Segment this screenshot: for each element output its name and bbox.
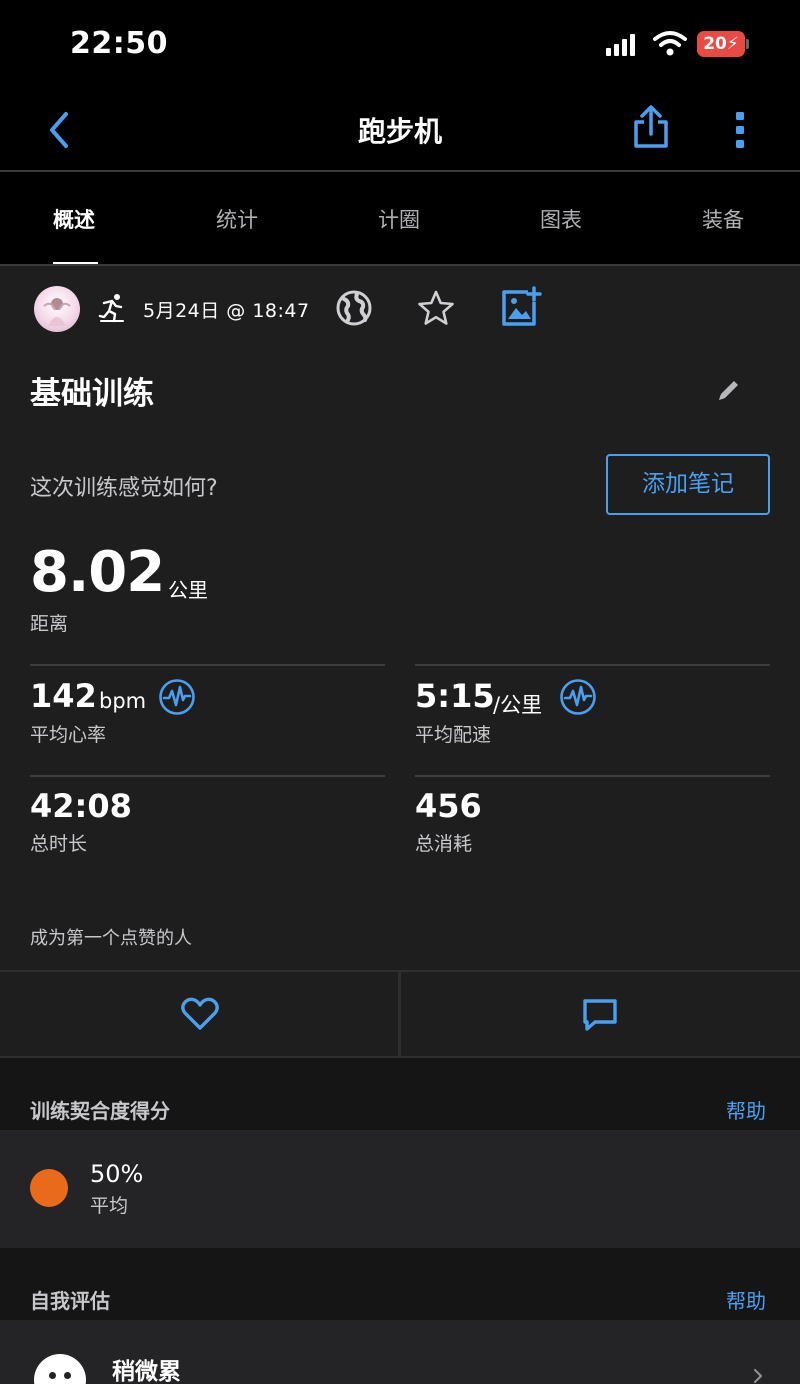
heart-icon[interactable] <box>180 996 220 1032</box>
globe-icon[interactable] <box>335 289 373 327</box>
pace-label: 平均配速 <box>415 724 492 746</box>
runner-icon <box>98 294 124 323</box>
comment-icon[interactable] <box>581 997 619 1033</box>
training-score-help-link[interactable]: 帮助 <box>726 1095 766 1124</box>
self-eval-title: 自我评估 <box>30 1289 110 1313</box>
heart-rate-label: 平均心率 <box>30 724 107 746</box>
tab-bar: 概述 统计 计圈 图表 装备 <box>0 172 800 266</box>
signal-icon <box>606 34 638 56</box>
training-score-card[interactable] <box>0 1130 800 1248</box>
pulse-icon[interactable] <box>559 678 597 716</box>
score-label: 平均 <box>90 1195 129 1217</box>
heart-rate-value: 142 <box>30 677 97 715</box>
tab-overview[interactable]: 概述 <box>53 204 95 234</box>
star-icon[interactable] <box>417 289 455 327</box>
self-eval-header <box>0 1248 800 1320</box>
feel-question: 这次训练感觉如何? <box>30 476 218 501</box>
tab-laps[interactable]: 计圈 <box>378 204 420 234</box>
distance-value: 8.02 <box>30 540 165 605</box>
battery-indicator: 20⚡ <box>697 31 745 57</box>
activity-title: 基础训练 <box>30 376 154 412</box>
self-eval-help-link[interactable]: 帮助 <box>726 1285 766 1314</box>
tabs-divider <box>0 264 800 266</box>
battery-nub <box>746 39 749 49</box>
calories-label: 总消耗 <box>415 833 473 855</box>
score-indicator-dot <box>30 1169 68 1207</box>
metric-divider <box>415 664 770 666</box>
duration-value: 42:08 <box>30 787 132 825</box>
distance-label: 距离 <box>30 613 69 635</box>
training-score-title: 训练契合度得分 <box>30 1099 170 1123</box>
pace-value: 5:15 <box>415 677 495 715</box>
distance-unit: 公里 <box>168 578 208 602</box>
heart-rate-unit: bpm <box>99 689 147 713</box>
metric-divider <box>415 775 770 777</box>
status-time: 22:50 <box>70 26 168 61</box>
wifi-icon <box>653 31 687 56</box>
metric-divider <box>30 664 385 666</box>
effort-value: 稍微累 <box>112 1359 181 1384</box>
share-icon[interactable] <box>630 104 672 152</box>
chevron-right-icon[interactable] <box>752 1368 764 1384</box>
score-value: 50% <box>90 1160 144 1188</box>
avatar[interactable] <box>34 286 80 332</box>
activity-date: 5月24日 @ 18:47 <box>143 300 310 322</box>
pulse-icon[interactable] <box>158 678 196 716</box>
add-note-button[interactable]: 添加笔记 <box>606 454 770 515</box>
likes-text: 成为第一个点赞的人 <box>30 928 192 949</box>
edit-pencil-icon[interactable] <box>716 377 742 403</box>
tab-gear[interactable]: 装备 <box>702 204 744 234</box>
more-vertical-icon[interactable] <box>730 108 750 152</box>
header: 22:50 20⚡ 跑步机 概述 统计 计圈 图表 装备 <box>0 0 800 266</box>
page-title: 跑步机 <box>357 115 442 148</box>
calories-value: 456 <box>415 787 482 825</box>
pace-unit: /公里 <box>493 693 543 717</box>
duration-label: 总时长 <box>30 833 88 855</box>
add-photo-icon[interactable] <box>500 286 542 328</box>
tab-stats[interactable]: 统计 <box>216 204 258 234</box>
tab-charts[interactable]: 图表 <box>540 204 582 234</box>
metric-divider <box>30 775 385 777</box>
